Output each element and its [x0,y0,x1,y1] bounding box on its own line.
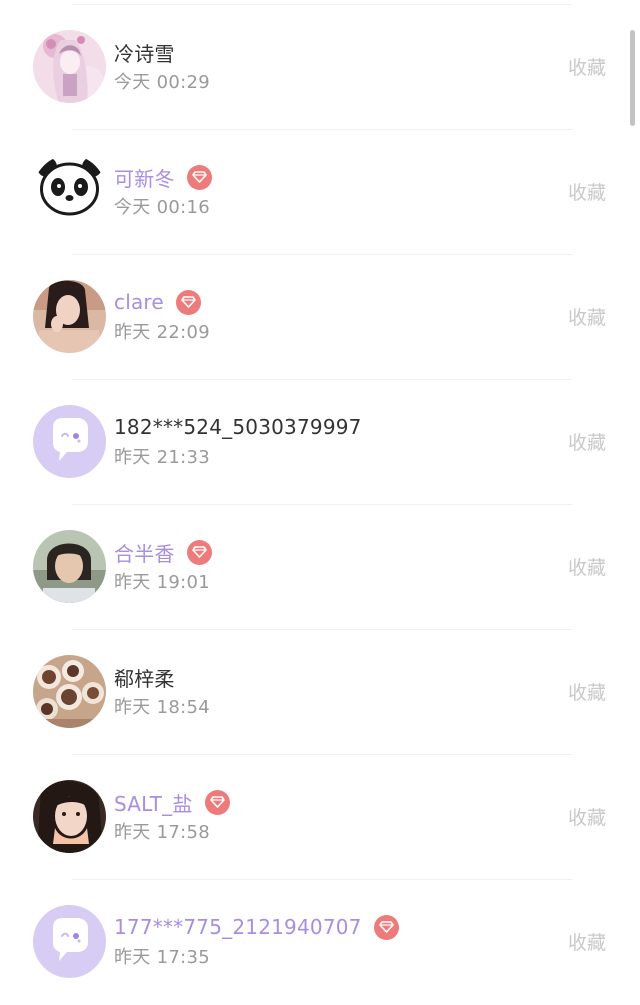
divider [72,379,572,380]
avatar[interactable] [33,530,106,603]
favorite-button[interactable]: 收藏 [568,803,606,830]
name-line: clare [114,288,201,316]
name-line: 冷诗雪 [114,38,175,66]
favorite-button[interactable]: 收藏 [568,53,606,80]
vip-diamond-icon [175,289,201,315]
favorite-button[interactable]: 收藏 [568,428,606,455]
user-name[interactable]: 182***524_5030379997 [114,415,362,439]
divider [72,754,572,755]
default-chat-bubble-avatar-icon [33,905,106,978]
user-name[interactable]: 合半香 [114,538,175,567]
favorite-button[interactable]: 收藏 [568,553,606,580]
default-chat-bubble-avatar-icon [33,405,106,478]
name-line: 合半香 [114,538,212,566]
list-item[interactable]: 可新冬 今天 00:16 收藏 [0,131,640,255]
name-line: 郗梓柔 [114,663,175,691]
favorite-button[interactable]: 收藏 [568,678,606,705]
avatar[interactable] [33,405,106,478]
timestamp: 昨天 18:54 [114,697,210,718]
divider [72,629,572,630]
favorite-button[interactable]: 收藏 [568,303,606,330]
name-line: SALT_盐 [114,788,230,816]
name-line: 182***524_5030379997 [114,413,362,441]
favorite-button[interactable]: 收藏 [568,178,606,205]
photo-avatar-icon [33,780,106,853]
avatar[interactable] [33,155,106,228]
photo-avatar-icon [33,280,106,353]
timestamp: 昨天 17:58 [114,822,210,843]
timestamp: 昨天 17:35 [114,947,210,968]
timestamp: 昨天 19:01 [114,572,210,593]
list-item[interactable]: 冷诗雪 今天 00:29 收藏 [0,6,640,130]
food-photo-avatar-icon [33,655,106,728]
list-item[interactable]: SALT_盐 昨天 17:58 收藏 [0,756,640,880]
favorite-button[interactable]: 收藏 [568,928,606,955]
divider [72,879,572,880]
name-line: 177***775_2121940707 [114,913,399,941]
list-item[interactable]: 182***524_5030379997 昨天 21:33 收藏 [0,381,640,505]
avatar[interactable] [33,905,106,978]
photo-avatar-icon [33,530,106,603]
avatar[interactable] [33,655,106,728]
timestamp: 今天 00:16 [114,197,210,218]
user-name[interactable]: clare [114,290,164,314]
avatar[interactable] [33,280,106,353]
list-item[interactable]: 合半香 昨天 19:01 收藏 [0,506,640,630]
divider [72,504,572,505]
scrollbar[interactable] [630,30,635,126]
vip-diamond-icon [186,539,212,565]
girl-illustration-avatar-icon [33,30,106,103]
list-item[interactable]: 177***775_2121940707 昨天 17:35 收藏 [0,881,640,1005]
list-item[interactable]: clare 昨天 22:09 收藏 [0,256,640,380]
avatar[interactable] [33,30,106,103]
timestamp: 今天 00:29 [114,72,210,93]
timestamp: 昨天 22:09 [114,322,210,343]
user-name[interactable]: 郗梓柔 [114,663,175,692]
list-item[interactable]: 郗梓柔 昨天 18:54 收藏 [0,631,640,755]
panda-avatar-icon [33,155,106,228]
timestamp: 昨天 21:33 [114,447,210,468]
user-name[interactable]: 177***775_2121940707 [114,915,362,939]
vip-diamond-icon [373,914,399,940]
user-name[interactable]: 冷诗雪 [114,38,175,67]
vip-diamond-icon [204,789,230,815]
avatar[interactable] [33,780,106,853]
user-name[interactable]: SALT_盐 [114,788,193,817]
divider [72,129,572,130]
vip-diamond-icon [186,164,212,190]
name-line: 可新冬 [114,163,212,191]
user-name[interactable]: 可新冬 [114,163,175,192]
divider [72,254,572,255]
top-divider [72,4,572,5]
